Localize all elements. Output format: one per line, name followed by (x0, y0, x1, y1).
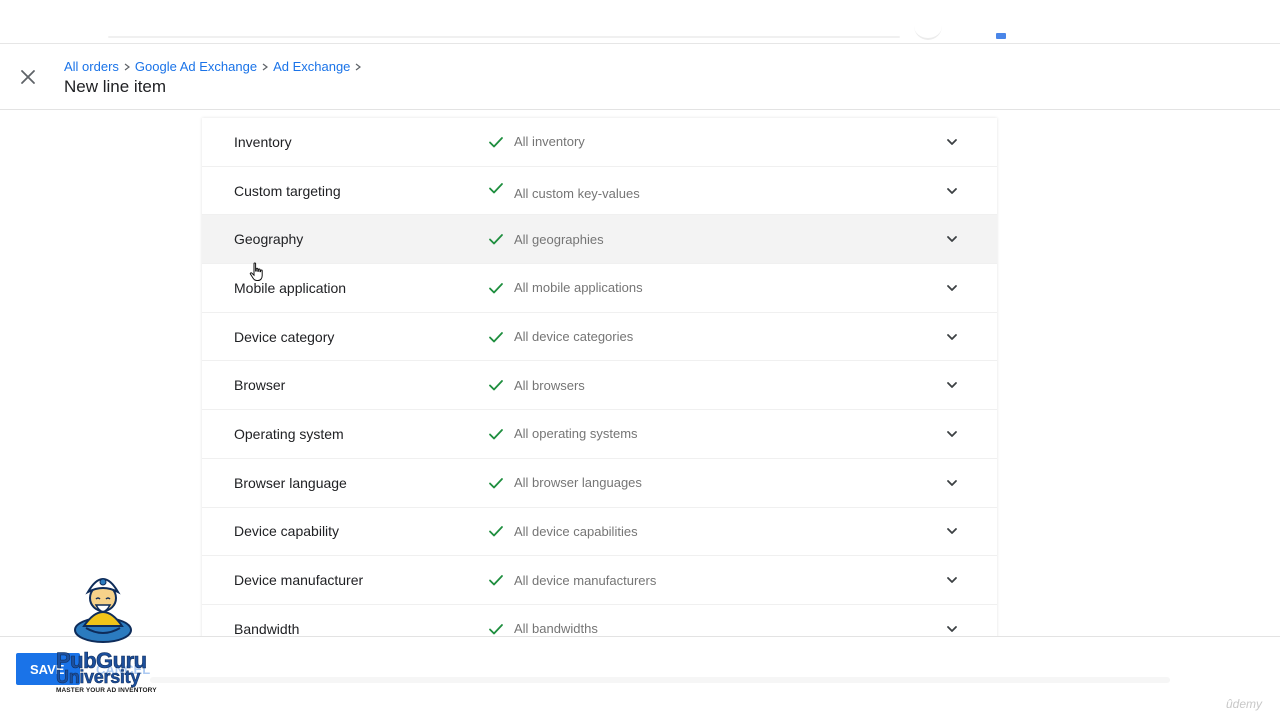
chevron-down-icon[interactable] (944, 377, 960, 393)
search-bar-remnant (108, 36, 900, 38)
targeting-row-label: Browser language (234, 474, 347, 491)
targeting-row-label: Geography (234, 231, 304, 248)
targeting-row-label: Device category (234, 328, 335, 345)
check-icon (488, 280, 504, 296)
targeting-row-value: All browsers (514, 377, 585, 393)
chevron-right-icon (119, 63, 135, 71)
targeting-row-value: All inventory (514, 134, 585, 150)
targeting-row-value: All device capabilities (514, 523, 638, 539)
targeting-row-value: All browser languages (514, 475, 642, 491)
chevron-down-icon[interactable] (944, 621, 960, 637)
udemy-watermark: ûdemy (1226, 697, 1263, 711)
hand-cursor-icon (249, 262, 263, 281)
close-icon (21, 70, 35, 84)
page-header: All orders Google Ad Exchange Ad Exchang… (0, 45, 1280, 110)
chevron-down-icon[interactable] (944, 280, 960, 296)
chevron-down-icon[interactable] (944, 183, 960, 199)
targeting-row-label: Device capability (234, 523, 340, 540)
check-icon (488, 134, 504, 150)
targeting-row[interactable]: Geography All geographies (202, 215, 997, 265)
page-title: New line item (64, 77, 167, 96)
footer-shade (150, 677, 1170, 683)
logo-brand-line2: University (56, 667, 141, 688)
pubguru-logo: PubGuru University MASTER YOUR AD INVENT… (50, 568, 160, 700)
targeting-row[interactable]: Browser All browsers (202, 361, 997, 411)
check-icon (488, 180, 504, 196)
chevron-down-icon[interactable] (944, 231, 960, 247)
breadcrumb-all-orders[interactable]: All orders (64, 59, 119, 74)
page: All orders Google Ad Exchange Ad Exchang… (0, 0, 1280, 720)
targeting-row[interactable]: Device manufacturer All device manufactur… (202, 556, 997, 605)
top-bar (0, 0, 1280, 44)
targeting-row[interactable]: Bandwidth All bandwidths (202, 605, 997, 638)
targeting-row-label: Custom targeting (234, 182, 341, 199)
chevron-down-icon[interactable] (944, 572, 960, 588)
targeting-row[interactable]: Operating system All operating systems (202, 410, 997, 459)
targeting-row-label: Inventory (234, 133, 292, 150)
logo-tagline: MASTER YOUR AD INVENTORY (56, 687, 157, 694)
targeting-row[interactable]: Mobile application All mobile application… (202, 264, 997, 313)
breadcrumb-line-item-type[interactable]: Ad Exchange (273, 59, 350, 74)
targeting-row[interactable]: Device category All device categories (202, 313, 997, 362)
avatar-remnant (914, 26, 942, 40)
check-icon (488, 523, 504, 539)
chevron-down-icon[interactable] (944, 329, 960, 345)
targeting-row-value: All mobile applications (514, 280, 643, 296)
targeting-card: Inventory All inventory Custom targeting Al… (202, 118, 997, 638)
targeting-row-label: Mobile application (234, 279, 347, 296)
breadcrumb: All orders Google Ad Exchange Ad Exchang… (64, 59, 366, 74)
targeting-row-label: Bandwidth (234, 620, 300, 637)
targeting-row-value: All geographies (514, 231, 604, 247)
chevron-right-icon (350, 63, 366, 71)
targeting-row[interactable]: Custom targeting All custom key-values (202, 167, 997, 216)
chevron-right-icon (257, 63, 273, 71)
guru-mascot-icon (74, 578, 132, 643)
targeting-row-value: All device manufacturers (514, 572, 657, 588)
targeting-row[interactable]: Browser language All browser languages (202, 459, 997, 508)
blue-indicator (996, 33, 1006, 39)
close-button[interactable] (16, 65, 40, 89)
targeting-row-value: All bandwidths (514, 621, 598, 637)
check-icon (488, 426, 504, 442)
targeting-row-label: Device manufacturer (234, 572, 364, 589)
check-icon (488, 377, 504, 393)
targeting-row-label: Browser (234, 377, 286, 394)
chevron-down-icon[interactable] (944, 134, 960, 150)
action-bar: SAVE CANCEL (0, 636, 1280, 720)
check-icon (488, 621, 504, 637)
chevron-down-icon[interactable] (944, 475, 960, 491)
check-icon (488, 475, 504, 491)
targeting-row-label: Operating system (234, 425, 344, 442)
targeting-row-value: All custom key-values (514, 186, 640, 202)
check-icon (488, 231, 504, 247)
check-icon (488, 572, 504, 588)
check-icon (488, 329, 504, 345)
targeting-row[interactable]: Device capability All device capabilities (202, 508, 997, 557)
breadcrumb-order[interactable]: Google Ad Exchange (135, 59, 257, 74)
chevron-down-icon[interactable] (944, 426, 960, 442)
chevron-down-icon[interactable] (944, 523, 960, 539)
targeting-row-value: All device categories (514, 329, 634, 345)
targeting-row-value: All operating systems (514, 426, 638, 442)
targeting-row[interactable]: Inventory All inventory (202, 118, 997, 167)
